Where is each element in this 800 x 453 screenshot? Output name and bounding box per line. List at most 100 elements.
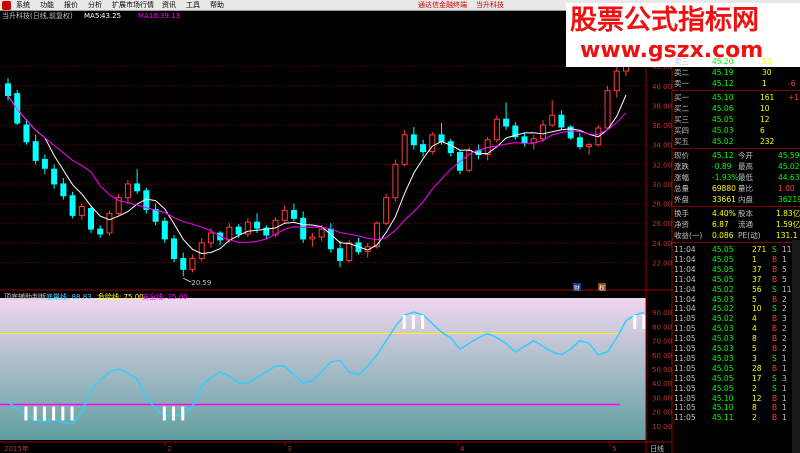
menu-news[interactable]: 资讯 <box>162 1 176 10</box>
stat-value: 4.40% <box>712 209 736 218</box>
indicator-line1-label: 底量线: 88.83 <box>46 293 92 301</box>
stat-value: 0.086 <box>712 231 734 240</box>
sell-level-label: 卖三 <box>674 57 689 66</box>
buy-row[interactable]: 买四 45.03 6 <box>672 125 800 136</box>
sell-volume: 13 <box>762 57 772 66</box>
buy-volume: 232 <box>760 137 775 146</box>
stat-row[interactable]: 现价 45.12 今开 45.59 <box>672 150 800 161</box>
sell-row[interactable]: 卖一 45.12 1 -6 <box>672 78 800 89</box>
sell-volume: 30 <box>762 68 772 77</box>
sell-row[interactable]: 卖三 45.20 13 <box>672 56 800 67</box>
menu-system[interactable]: 系统 <box>16 1 30 10</box>
candle-up <box>124 183 131 199</box>
buy-row[interactable]: 买五 45.02 232 <box>672 136 800 147</box>
stat-value: -1.93% <box>712 173 739 182</box>
menu-help[interactable]: 帮助 <box>210 1 224 10</box>
stat-label: 外盘 <box>674 195 689 204</box>
ma10-value: 39.13 <box>160 12 181 20</box>
price-tick-label: 26.00 <box>652 220 672 228</box>
menu-extended-market[interactable]: 扩展市场行情 <box>112 1 154 10</box>
candle-down <box>235 226 242 235</box>
stat-value: 1.59亿 <box>776 220 800 229</box>
low-price-label: 20.59 <box>191 279 211 287</box>
buy-level-label: 买二 <box>674 104 689 113</box>
price-tick-label: 40.00 <box>652 83 672 91</box>
stat-row[interactable]: 外盘 33661 内盘 36219 <box>672 194 800 205</box>
candle-down <box>23 124 30 143</box>
chart-label: 当升科技(日线,前复权) <box>2 12 73 20</box>
indicator-tick-label: 40.00 <box>652 380 672 388</box>
ticks-scrollbar[interactable] <box>792 240 800 453</box>
candle-up <box>198 242 205 260</box>
menu-quote[interactable]: 报价 <box>64 1 78 10</box>
candle-down <box>503 118 510 127</box>
top-signal-bar <box>633 315 637 330</box>
tick-price: 45.11 <box>712 413 734 423</box>
price-tick-label: 24.00 <box>652 240 672 248</box>
candle-down <box>171 238 178 260</box>
date-axis-month: 5 <box>612 445 616 453</box>
stat-label: 内盘 <box>738 195 753 204</box>
sell-level-label: 卖一 <box>674 79 689 88</box>
candle-up <box>318 228 325 238</box>
sell-row[interactable]: 卖二 45.19 30 <box>672 67 800 78</box>
candle-down <box>254 221 261 229</box>
buy-row[interactable]: 买二 45.06 10 <box>672 103 800 114</box>
tick-row[interactable]: 11:05 45.11 2 B 1 <box>672 412 800 423</box>
candle-up <box>226 226 233 241</box>
candle-down <box>327 228 334 250</box>
candle-down <box>300 217 307 240</box>
candle-down <box>558 114 565 128</box>
stat-label: 总量 <box>674 184 689 193</box>
stat-label: 量比 <box>738 184 753 193</box>
buy-row[interactable]: 买三 45.05 12 <box>672 114 800 125</box>
candle-up <box>78 206 85 216</box>
tick-time: 11:05 <box>674 413 696 423</box>
stat-row[interactable]: 净资 6.87 流通 1.59亿 <box>672 219 800 230</box>
indicator-tick-label: 10.00 <box>652 423 672 431</box>
watermark-title: 股票公式指标网 <box>570 5 759 36</box>
price-tick-label: 22.00 <box>652 259 672 267</box>
candle-up <box>189 258 196 270</box>
stat-label: 现价 <box>674 151 689 160</box>
stat-row[interactable]: 涨跌 -0.89 最高 45.02 <box>672 161 800 172</box>
sell-change: -6 <box>788 79 796 88</box>
rights-marker-label: 权 <box>599 284 605 292</box>
candle-up <box>281 209 288 221</box>
stat-label: 收益(一) <box>674 231 703 240</box>
candle-down <box>32 141 39 161</box>
buy-price: 45.10 <box>712 93 734 102</box>
stat-label: PE(动) <box>738 231 761 240</box>
menu-analysis[interactable]: 分析 <box>88 1 102 10</box>
panel-separator <box>672 148 800 149</box>
candle-up <box>539 124 546 140</box>
buy-change: +1 <box>788 93 800 102</box>
bottom-signal-bar <box>33 406 37 421</box>
menu-function[interactable]: 功能 <box>40 1 54 10</box>
menu-tools[interactable]: 工具 <box>186 1 200 10</box>
stat-row[interactable]: 换手 4.40% 股本 1.83亿 <box>672 208 800 219</box>
candle-down <box>51 168 58 185</box>
stat-label: 换手 <box>674 209 689 218</box>
stat-row[interactable]: 收益(一) 0.086 PE(动) 131.1 <box>672 230 800 241</box>
stat-value: 45.02 <box>778 162 800 171</box>
price-tick-label: 30.00 <box>652 181 672 189</box>
candle-up <box>549 114 556 126</box>
candle-up <box>586 144 593 148</box>
stat-value: 1.83亿 <box>776 209 800 218</box>
date-axis-month: 4 <box>460 445 465 453</box>
stat-row[interactable]: 总量 69880 量比 1.00 <box>672 183 800 194</box>
candle-down <box>69 195 76 216</box>
stat-label: 最高 <box>738 162 753 171</box>
indicator-danger-label: 危险线: 75.00 <box>98 293 144 301</box>
candle-down <box>420 144 427 153</box>
bottom-signal-bar <box>24 406 28 421</box>
price-tick-label: 38.00 <box>652 102 672 110</box>
date-axis-month: 2 <box>167 445 171 453</box>
stat-row[interactable]: 涨幅 -1.93% 最低 44.63 <box>672 172 800 183</box>
candle-down <box>5 83 11 97</box>
buy-row[interactable]: 买一 45.10 161 +1 <box>672 92 800 103</box>
stock-title: 当升科技 <box>476 1 504 9</box>
candle-down <box>521 136 528 144</box>
candle-down <box>447 141 454 154</box>
